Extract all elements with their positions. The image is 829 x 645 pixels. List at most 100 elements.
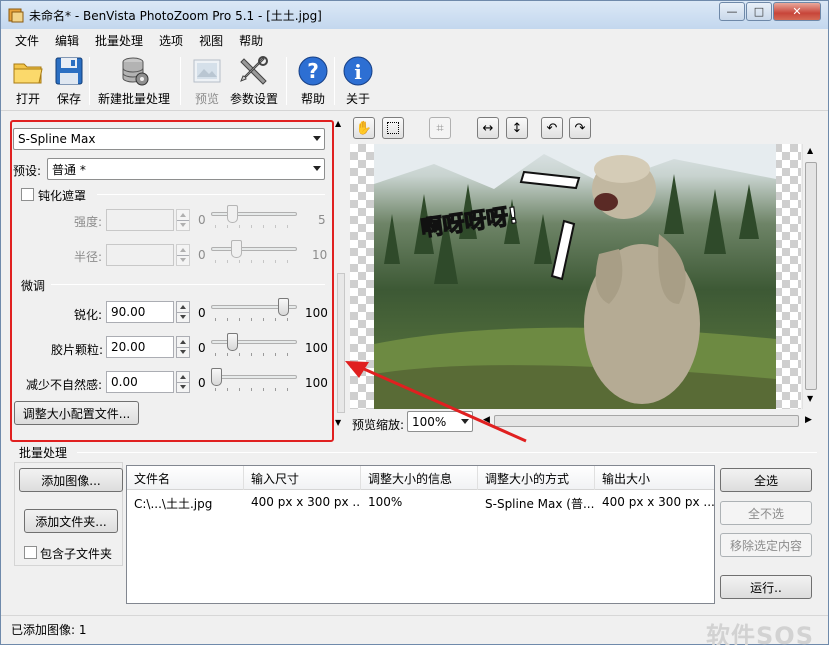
sharpen-spinner[interactable] (176, 301, 190, 323)
batch-file-list[interactable]: 文件名 输入尺寸 调整大小的信息 调整大小的方式 输出大小 C:\...\土土.… (126, 465, 715, 604)
menu-file[interactable]: 文件 (7, 32, 47, 49)
hand-tool-button[interactable]: ✋ (353, 117, 375, 139)
slider-thumb[interactable] (278, 298, 289, 316)
floppy-disk-icon (55, 57, 83, 85)
maximize-button[interactable]: □ (746, 2, 772, 21)
film-grain-max: 100 (305, 341, 328, 355)
slider-thumb[interactable] (211, 368, 222, 386)
film-grain-spinner[interactable] (176, 336, 190, 358)
open-button[interactable]: 打开 (12, 55, 44, 107)
toolbar-separator (286, 57, 287, 105)
save-button[interactable]: 保存 (53, 55, 85, 107)
preview-button[interactable]: 预览 (191, 55, 223, 107)
table-cell: 400 px x 300 px ... (251, 495, 361, 509)
sharpen-max: 100 (305, 306, 328, 320)
help-button[interactable]: ? 帮助 (297, 55, 329, 107)
preview-image-icon (193, 59, 221, 83)
close-button[interactable]: ✕ (773, 2, 821, 21)
film-grain-input[interactable]: 20.00 (106, 336, 174, 358)
menu-options[interactable]: 选项 (151, 32, 191, 49)
column-header[interactable]: 输入尺寸 (244, 466, 361, 490)
unsharp-mask-checkbox[interactable] (21, 188, 34, 201)
menu-bar: 文件 编辑 批量处理 选项 视图 帮助 (1, 29, 828, 51)
preset-select[interactable]: 普通 * (47, 158, 325, 180)
artifact-reduction-input[interactable]: 0.00 (106, 371, 174, 393)
slider-thumb[interactable] (231, 240, 242, 258)
settings-button[interactable]: 参数设置 (230, 55, 278, 107)
new-batch-button[interactable]: 新建批量处理 (98, 55, 170, 107)
horizontal-arrows-icon: ↔ (482, 120, 494, 136)
sharpen-label: 锐化: (74, 308, 103, 322)
scroll-right-icon[interactable]: ▶ (805, 415, 812, 425)
rotate-right-button[interactable]: ↷ (569, 117, 591, 139)
slider-thumb[interactable] (227, 205, 238, 223)
slider-thumb[interactable] (227, 333, 238, 351)
fit-height-button[interactable]: ↕ (506, 117, 528, 139)
add-image-button[interactable]: 添加图像... (19, 468, 123, 492)
crop-tool-button[interactable]: ⌗ (429, 117, 451, 139)
group-divider (97, 194, 325, 195)
resize-method-select[interactable]: S-Spline Max (13, 128, 325, 150)
scroll-up-icon[interactable]: ▲ (807, 146, 813, 155)
add-folder-button[interactable]: 添加文件夹... (24, 509, 118, 533)
app-icon (8, 8, 24, 23)
remove-selected-button[interactable]: 移除选定内容 (720, 533, 812, 557)
film-grain-label: 胶片颗粒: (51, 343, 104, 357)
artifact-reduction-min: 0 (198, 376, 206, 390)
scroll-down-icon[interactable]: ▼ (807, 394, 813, 403)
title-bar[interactable]: 未命名* - BenVista PhotoZoom Pro 5.1 - [土土.… (1, 1, 828, 29)
sharpen-slider[interactable] (211, 297, 297, 321)
svg-text:i: i (354, 60, 362, 84)
table-cell: S-Spline Max (普... (485, 497, 595, 511)
database-gear-icon (122, 57, 149, 86)
menu-view[interactable]: 视图 (191, 32, 231, 49)
about-button[interactable]: i 关于 (342, 55, 374, 107)
radius-input[interactable] (106, 244, 174, 266)
folder-icon (13, 63, 43, 84)
strength-slider[interactable] (211, 204, 297, 228)
artifact-reduction-label: 减少不自然感: (26, 378, 103, 392)
run-button[interactable]: 运行.. (720, 575, 812, 599)
column-header[interactable]: 调整大小的方式 (478, 466, 595, 490)
artifact-reduction-spinner[interactable] (176, 371, 190, 393)
batch-title: 批量处理 (19, 446, 68, 460)
crop-icon: ⌗ (436, 120, 444, 136)
scroll-up-icon[interactable]: ▲ (335, 119, 341, 128)
app-window: 未命名* - BenVista PhotoZoom Pro 5.1 - [土土.… (0, 0, 829, 645)
scroll-thumb[interactable] (494, 415, 799, 427)
resize-profile-button[interactable]: 调整大小配置文件... (14, 401, 139, 425)
strength-label: 强度: (74, 215, 103, 229)
svg-text:?: ? (307, 59, 319, 83)
select-all-button[interactable]: 全选 (720, 468, 812, 492)
artifact-reduction-max: 100 (305, 376, 328, 390)
menu-help[interactable]: 帮助 (231, 32, 271, 49)
film-grain-slider[interactable] (211, 332, 297, 356)
menu-batch[interactable]: 批量处理 (87, 32, 151, 49)
radius-spinner[interactable] (176, 244, 190, 266)
list-header: 文件名 输入尺寸 调整大小的信息 调整大小的方式 输出大小 (127, 466, 714, 490)
strength-spinner[interactable] (176, 209, 190, 231)
rotate-left-button[interactable]: ↶ (541, 117, 563, 139)
fit-width-button[interactable]: ↔ (477, 117, 499, 139)
rotate-left-icon: ↶ (546, 120, 558, 136)
strength-input[interactable] (106, 209, 174, 231)
preview-vertical-scrollbar[interactable]: ▲ ▼ (802, 144, 819, 409)
sharpen-input[interactable]: 90.00 (106, 301, 174, 323)
watermark: 软件SOS (706, 622, 814, 645)
column-header[interactable]: 输出大小 (595, 466, 714, 490)
artifact-reduction-slider[interactable] (211, 367, 297, 391)
include-subfolders-checkbox[interactable] (24, 546, 37, 559)
toolbar-separator (334, 57, 335, 105)
sharpen-min: 0 (198, 306, 206, 320)
table-cell: 400 px x 300 px ... (602, 495, 714, 509)
scroll-thumb[interactable] (805, 162, 817, 390)
minimize-button[interactable]: — (719, 2, 745, 21)
column-header[interactable]: 文件名 (127, 466, 244, 490)
window-title: 未命名* - BenVista PhotoZoom Pro 5.1 - [土土.… (29, 9, 322, 23)
column-header[interactable]: 调整大小的信息 (361, 466, 478, 490)
selection-tool-button[interactable] (382, 117, 404, 139)
radius-slider[interactable] (211, 239, 297, 263)
menu-edit[interactable]: 编辑 (47, 32, 87, 49)
select-none-button[interactable]: 全不选 (720, 501, 812, 525)
toolbar-separator (180, 57, 181, 105)
